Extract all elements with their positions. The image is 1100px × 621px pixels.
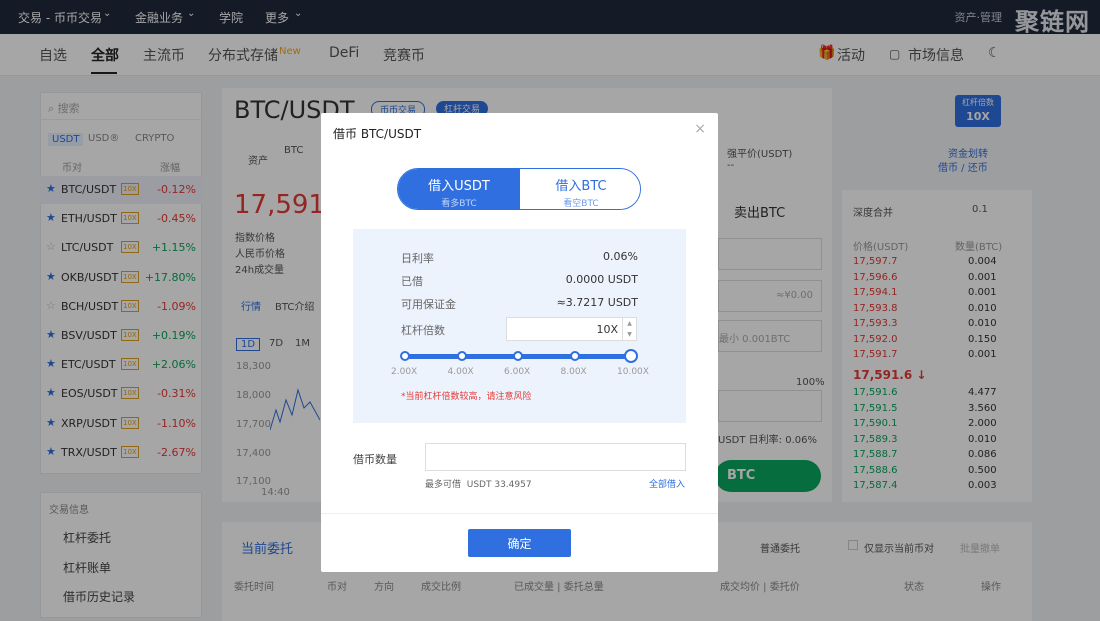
- amount-label: 借币数量: [353, 453, 397, 466]
- max-borrow: 最多可借 USDT 33.4957: [425, 477, 532, 490]
- modal-title: 借币 BTC/USDT: [333, 127, 422, 141]
- slider-tick-label: 6.00X: [504, 367, 531, 377]
- slider-dot[interactable]: [456, 351, 467, 361]
- borrowed-value: 0.0000 USDT: [565, 273, 638, 286]
- borrow-modal: 借币 BTC/USDT × 借入USDT 看多BTC 借入BTC 看空BTC 日…: [321, 113, 718, 572]
- borrowed-label: 已借: [401, 275, 423, 288]
- borrow-usdt-option[interactable]: 借入USDT 看多BTC: [398, 169, 520, 209]
- slider-dot[interactable]: [513, 351, 523, 361]
- option-sub: 看空BTC: [563, 199, 599, 209]
- slider-handle[interactable]: [624, 349, 638, 363]
- option-title: 借入BTC: [555, 179, 607, 194]
- max-label: 最多可借: [425, 480, 462, 490]
- borrow-amount-input[interactable]: [425, 443, 686, 471]
- leverage-value: 10X: [596, 323, 618, 336]
- leverage-label: 杠杆倍数: [401, 324, 445, 337]
- daily-rate-value: 0.06%: [603, 250, 638, 263]
- slider-tick-label: 10.00X: [617, 367, 649, 377]
- slider-tick-label: 4.00X: [447, 367, 474, 377]
- borrow-btc-option[interactable]: 借入BTC 看空BTC: [520, 169, 640, 209]
- close-icon[interactable]: ×: [694, 121, 706, 137]
- leverage-stepper[interactable]: 10X ▲ ▼: [506, 317, 637, 341]
- confirm-button[interactable]: 确定: [468, 529, 571, 557]
- slider-tick-label: 8.00X: [560, 367, 587, 377]
- slider-dot[interactable]: [569, 351, 580, 361]
- option-title: 借入USDT: [428, 179, 490, 194]
- daily-rate-label: 日利率: [401, 252, 434, 265]
- risk-warning: *当前杠杆倍数较高，请注意风险: [401, 392, 532, 402]
- margin-label: 可用保证金: [401, 298, 456, 311]
- slider-tick-label: 2.00X: [391, 367, 418, 377]
- margin-value: ≈3.7217 USDT: [556, 296, 638, 309]
- borrow-info-box: 日利率 0.06% 已借 0.0000 USDT 可用保证金 ≈3.7217 U…: [353, 229, 686, 423]
- modal-divider: [321, 513, 718, 514]
- max-value: USDT 33.4957: [466, 480, 532, 490]
- option-sub: 看多BTC: [441, 199, 477, 209]
- borrow-direction-toggle: 借入USDT 看多BTC 借入BTC 看空BTC: [397, 168, 641, 210]
- slider-dot[interactable]: [400, 351, 410, 361]
- borrow-all-link[interactable]: 全部借入: [649, 477, 685, 490]
- stepper-arrows[interactable]: ▲ ▼: [622, 318, 636, 340]
- leverage-slider[interactable]: [400, 349, 638, 363]
